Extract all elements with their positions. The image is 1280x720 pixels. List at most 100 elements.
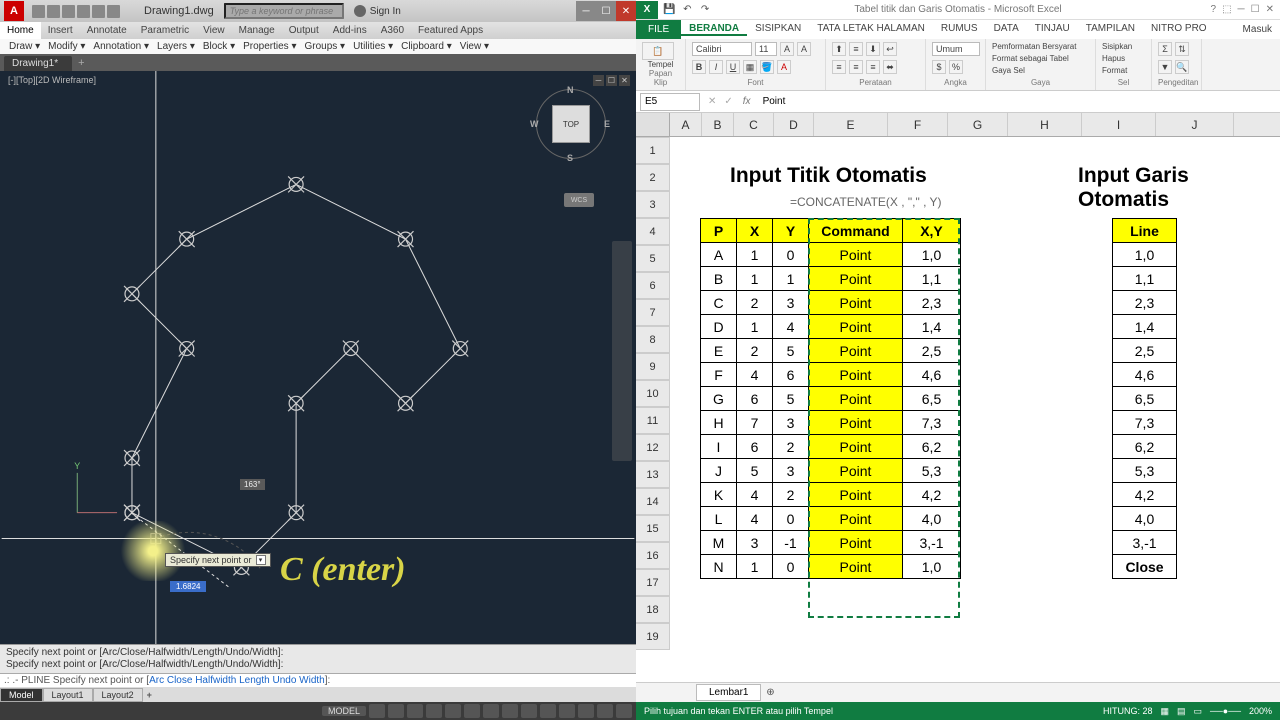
ribbon-tab-manage[interactable]: Manage [232, 22, 282, 39]
cell-line[interactable]: 7,3 [1113, 411, 1177, 435]
cell-line[interactable]: 1,1 [1113, 267, 1177, 291]
cell-p[interactable]: C [701, 291, 737, 315]
col-header-E[interactable]: E [814, 113, 888, 136]
cell-style-button[interactable]: Gaya Sel [992, 66, 1089, 75]
table-row[interactable]: 4,2 [1113, 483, 1177, 507]
cell-cmd[interactable]: Point [809, 315, 903, 339]
name-box[interactable]: E5 [640, 93, 700, 111]
col-header-F[interactable]: F [888, 113, 948, 136]
row-header-14[interactable]: 14 [636, 488, 670, 515]
qat-open-icon[interactable] [47, 5, 60, 18]
workspace-icon[interactable] [597, 704, 613, 718]
paste-button[interactable]: 📋 [642, 42, 674, 60]
ribbon-tab-output[interactable]: Output [282, 22, 326, 39]
table-row[interactable]: A10Point1,0 [701, 243, 961, 267]
ribbon-options-icon[interactable]: ⬚ [1222, 4, 1231, 15]
wrap-text-icon[interactable]: ↩ [883, 42, 897, 56]
bold-button[interactable]: B [692, 60, 706, 74]
cell-y[interactable]: 2 [773, 435, 809, 459]
undo-icon[interactable]: ↶ [681, 3, 694, 16]
qat-save-icon[interactable] [62, 5, 75, 18]
cell-x[interactable]: 7 [737, 411, 773, 435]
ribbon-tab-insert[interactable]: Insert [41, 22, 80, 39]
cell-line[interactable]: 4,2 [1113, 483, 1177, 507]
cell-cmd[interactable]: Point [809, 483, 903, 507]
cell-p[interactable]: K [701, 483, 737, 507]
table-row[interactable]: 6,5 [1113, 387, 1177, 411]
merge-icon[interactable]: ⬌ [883, 60, 897, 74]
ortho-toggle-icon[interactable] [407, 704, 423, 718]
format-table-button[interactable]: Format sebagai Tabel [992, 54, 1089, 63]
cell-x[interactable]: 2 [737, 291, 773, 315]
ribbon-tab-tata letak halaman[interactable]: TATA LETAK HALAMAN [809, 23, 933, 34]
col-header-B[interactable]: B [702, 113, 734, 136]
fill-color-icon[interactable]: 🪣 [760, 60, 774, 74]
col-header-I[interactable]: I [1082, 113, 1156, 136]
row-header-19[interactable]: 19 [636, 623, 670, 650]
table-row[interactable]: 2,3 [1113, 291, 1177, 315]
underline-button[interactable]: U [726, 60, 740, 74]
cell-xy[interactable]: 1,1 [903, 267, 961, 291]
cell-y[interactable]: 4 [773, 315, 809, 339]
ribbon-tab-beranda[interactable]: BERANDA [681, 23, 747, 36]
table-row[interactable]: 6,2 [1113, 435, 1177, 459]
cell-p[interactable]: M [701, 531, 737, 555]
cell-x[interactable]: 3 [737, 531, 773, 555]
cell-line[interactable]: 1,0 [1113, 243, 1177, 267]
ribbon-tab-add-ins[interactable]: Add-ins [326, 22, 374, 39]
col-line[interactable]: Line [1113, 219, 1177, 243]
cell-x[interactable]: 2 [737, 339, 773, 363]
font-name-select[interactable]: Calibri [692, 42, 752, 56]
add-layout-button[interactable]: + [143, 690, 156, 700]
cell-xy[interactable]: 5,3 [903, 459, 961, 483]
cell-x[interactable]: 6 [737, 435, 773, 459]
sheet-tab[interactable]: Lembar1 [696, 684, 761, 701]
cell-x[interactable]: 5 [737, 459, 773, 483]
table-row[interactable]: F46Point4,6 [701, 363, 961, 387]
cell-y[interactable]: 0 [773, 555, 809, 579]
file-tab[interactable]: FILE [636, 20, 681, 39]
cell-x[interactable]: 4 [737, 507, 773, 531]
table-row[interactable]: 2,5 [1113, 339, 1177, 363]
cell-p[interactable]: A [701, 243, 737, 267]
cell-line[interactable]: 2,3 [1113, 291, 1177, 315]
row-header-12[interactable]: 12 [636, 434, 670, 461]
border-icon[interactable]: ▦ [743, 60, 757, 74]
col-cmd[interactable]: Command [809, 219, 903, 243]
length-input[interactable]: 1.6824 [170, 581, 206, 592]
cell-x[interactable]: 4 [737, 483, 773, 507]
panel-draw[interactable]: Draw ▾ [6, 41, 43, 52]
grid-toggle-icon[interactable] [369, 704, 385, 718]
cell-p[interactable]: H [701, 411, 737, 435]
table-row[interactable]: I62Point6,2 [701, 435, 961, 459]
cell-y[interactable]: 3 [773, 291, 809, 315]
maximize-icon[interactable]: ☐ [1251, 4, 1260, 15]
help-search-input[interactable] [224, 3, 344, 19]
row-header-10[interactable]: 10 [636, 380, 670, 407]
cell-y[interactable]: 5 [773, 387, 809, 411]
polar-toggle-icon[interactable] [426, 704, 442, 718]
cell-cmd[interactable]: Point [809, 531, 903, 555]
table-row[interactable]: B11Point1,1 [701, 267, 961, 291]
qat-redo-icon[interactable] [92, 5, 105, 18]
annoscale-icon[interactable] [578, 704, 594, 718]
table-row[interactable]: Close [1113, 555, 1177, 579]
cell-xy[interactable]: 1,0 [903, 243, 961, 267]
table-row[interactable]: 1,0 [1113, 243, 1177, 267]
cell-y[interactable]: -1 [773, 531, 809, 555]
cell-xy[interactable]: 6,5 [903, 387, 961, 411]
currency-icon[interactable]: $ [932, 60, 946, 74]
cell-y[interactable]: 5 [773, 339, 809, 363]
panel-properties[interactable]: Properties ▾ [240, 41, 299, 52]
cond-format-button[interactable]: Pemformatan Bersyarat [992, 42, 1089, 51]
row-header-11[interactable]: 11 [636, 407, 670, 434]
cell-line[interactable]: Close [1113, 555, 1177, 579]
row-header-2[interactable]: 2 [636, 164, 670, 191]
col-header-G[interactable]: G [948, 113, 1008, 136]
autosum-icon[interactable]: Σ [1158, 42, 1172, 56]
fx-icon[interactable]: fx [737, 96, 757, 107]
signin-button[interactable]: Sign In [354, 5, 401, 17]
cell-p[interactable]: J [701, 459, 737, 483]
cell-x[interactable]: 1 [737, 555, 773, 579]
table-row[interactable]: 4,0 [1113, 507, 1177, 531]
